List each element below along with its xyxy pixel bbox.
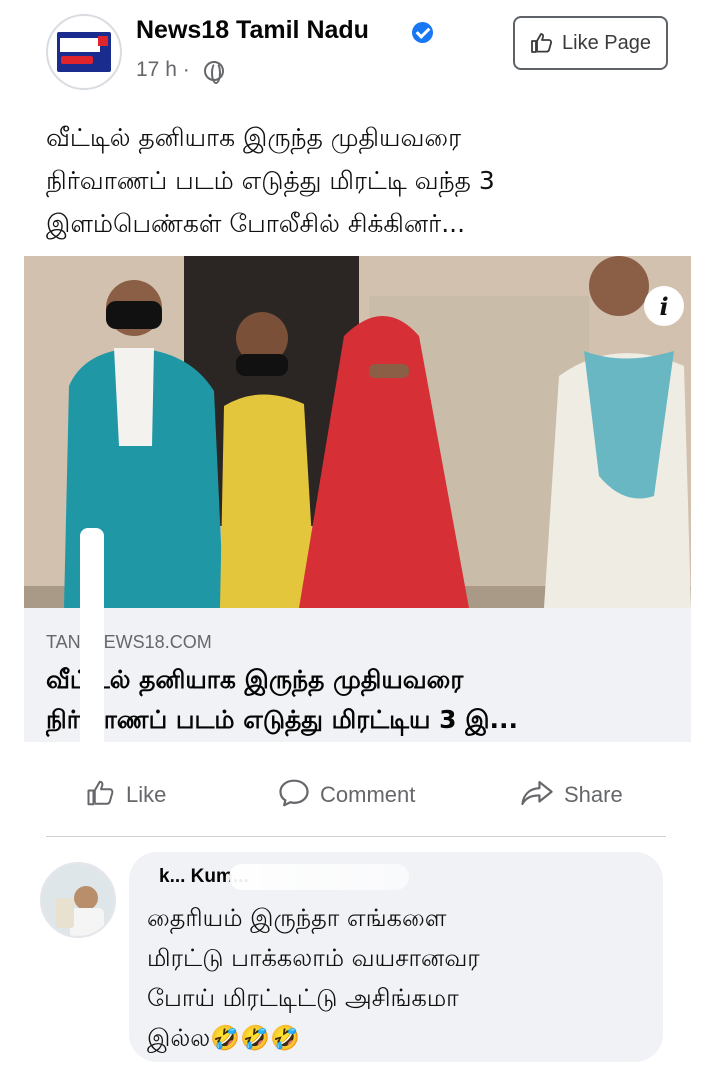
like-label: Like (126, 782, 167, 807)
share-label: Share (564, 782, 623, 807)
post-timestamp[interactable]: 17 h · (136, 58, 190, 82)
redaction-mark (229, 864, 409, 890)
page-name[interactable]: News18 Tamil Nadu (136, 16, 369, 45)
like-page-label: Like Page (562, 31, 651, 54)
redaction-mark (80, 528, 104, 753)
link-title-line: வீட்டில் தனியாக இருந்த முதியவரை (46, 665, 464, 694)
page-avatar[interactable] (46, 14, 122, 90)
like-button[interactable]: Like (86, 778, 166, 812)
thumbs-up-icon (530, 31, 554, 55)
news18-logo (57, 32, 111, 72)
comment-text: தைரியம் இருந்தா எங்களை மிரட்டு பாக்கலாம்… (147, 898, 647, 1058)
link-title: வீட்டில் தனியாக இருந்த முதியவரை நிர்வாணப… (46, 660, 686, 740)
share-button[interactable]: Share (520, 778, 623, 812)
share-arrow-icon (520, 778, 554, 812)
link-preview[interactable]: TAN..NEWS18.COM வீட்டில் தனியாக இருந்த ம… (24, 608, 691, 742)
like-page-button[interactable]: Like Page (513, 16, 668, 70)
comment-label: Comment (320, 782, 416, 807)
info-icon[interactable]: i (644, 286, 684, 326)
comment-text-line: போய் மிரட்டிட்டு அசிங்கமா (147, 984, 459, 1012)
post-header: News18 Tamil Nadu 17 h · Like Page (0, 0, 720, 110)
comment-icon (278, 778, 310, 812)
comment-text-line: இல்ல🤣🤣🤣 (147, 1024, 300, 1052)
comment-bubble[interactable]: k... Kum... தைரியம் இருந்தா எங்களை மிரட்… (129, 852, 663, 1062)
comment-text-line: தைரியம் இருந்தா எங்களை (147, 904, 447, 932)
comment-button[interactable]: Comment (278, 778, 415, 812)
globe-icon (204, 61, 224, 84)
actions-divider (46, 836, 666, 837)
comment-text-line: மிரட்டு பாக்கலாம் வயசானவர (147, 944, 480, 972)
commenter-avatar[interactable] (40, 862, 116, 938)
thumbs-up-icon (86, 778, 116, 812)
post-text-line: இளம்பெண்கள் போலீசில் சிக்கினர்... (46, 209, 466, 238)
post-image[interactable]: i (24, 256, 691, 608)
post-actions-bar: Like Comment Share (46, 760, 666, 832)
link-title-line: நிர்வாணப் படம் எடுத்து மிரட்டிய 3 இ... (46, 705, 519, 734)
verified-badge-icon (412, 22, 433, 43)
post-message: வீட்டில் தனியாக இருந்த முதியவரை நிர்வாணப… (46, 116, 686, 245)
post-text-line: நிர்வாணப் படம் எடுத்து மிரட்டி வந்த 3 (46, 166, 495, 195)
link-domain: TAN..NEWS18.COM (46, 632, 212, 652)
post-text-line: வீட்டில் தனியாக இருந்த முதியவரை (46, 123, 461, 152)
